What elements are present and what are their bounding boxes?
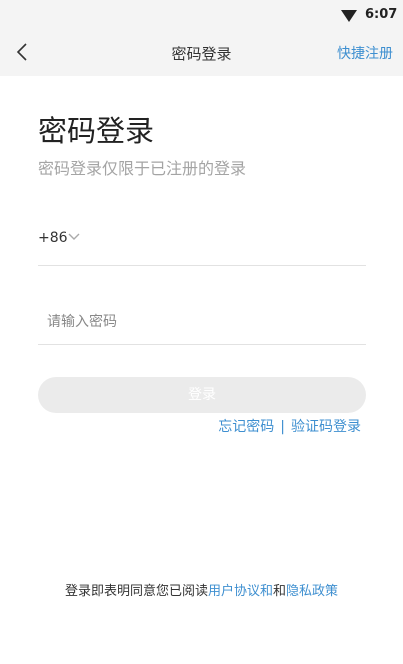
user-agreement-link[interactable]: 用户协议和 <box>208 584 273 599</box>
privacy-policy-link[interactable]: 隐私政策 <box>286 584 338 599</box>
password-input[interactable] <box>38 302 366 342</box>
status-time: 6:07 <box>365 7 398 22</box>
agreement-conjunction: 和 <box>273 584 287 599</box>
links-separator: | <box>280 419 285 435</box>
password-field-row <box>38 302 366 345</box>
agreement-prefix: 登录即表明同意您已阅读 <box>64 584 208 599</box>
status-bar: 6:07 <box>0 0 403 30</box>
phone-field[interactable]: +86 <box>38 223 366 266</box>
country-code-select[interactable]: +86 <box>38 230 68 246</box>
page-title: 密码登录 <box>38 114 155 148</box>
quick-register-link[interactable]: 快捷注册 <box>337 43 393 63</box>
chevron-down-icon[interactable] <box>68 233 80 241</box>
nav-bar: 密码登录 快捷注册 <box>0 30 403 76</box>
login-button[interactable]: 登录 <box>38 377 366 413</box>
code-login-link[interactable]: 验证码登录 <box>291 419 361 435</box>
agreement-text: 登录即表明同意您已阅读用户协议和和隐私政策 <box>0 580 403 599</box>
auth-links: 忘记密码 | 验证码登录 <box>218 416 361 436</box>
forgot-password-link[interactable]: 忘记密码 <box>218 419 274 435</box>
wifi-icon <box>341 10 357 22</box>
page-subtitle: 密码登录仅限于已注册的登录 <box>38 159 247 178</box>
